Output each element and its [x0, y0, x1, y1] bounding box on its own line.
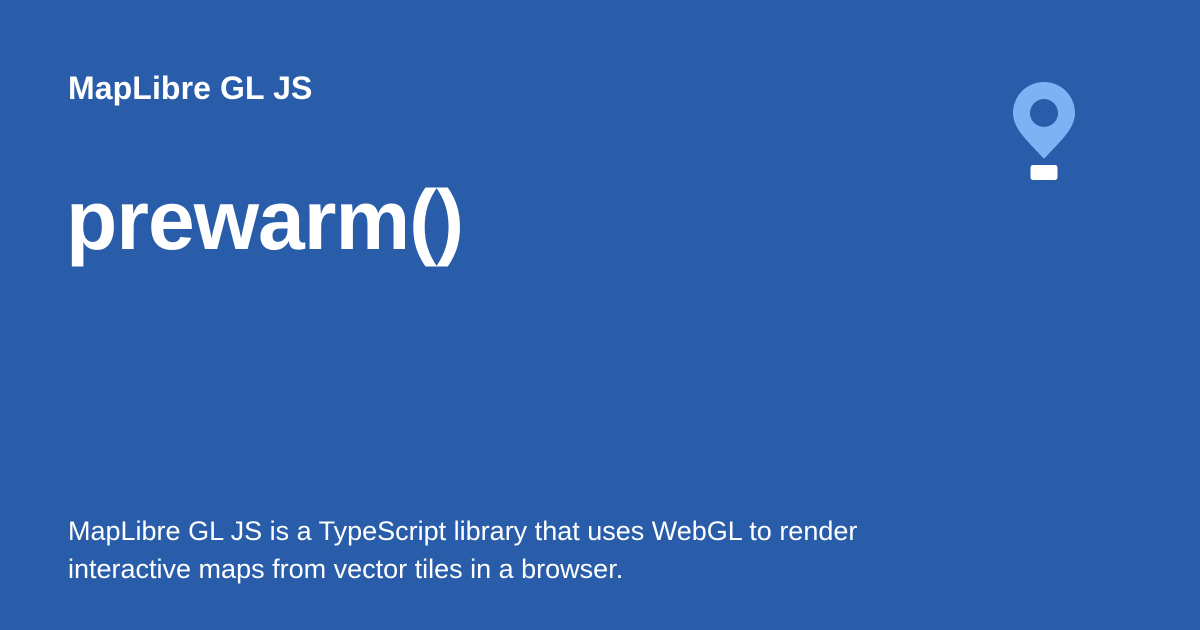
pin-base	[1030, 165, 1058, 180]
maplibre-logo	[1010, 80, 1078, 184]
site-description: MapLibre GL JS is a TypeScript library t…	[68, 516, 858, 584]
social-card: MapLibre GL JS prewarm() MapLibre GL JS …	[0, 0, 1200, 630]
map-pin-icon	[1013, 82, 1075, 180]
page-title: prewarm()	[66, 173, 464, 267]
pin-shape	[1013, 82, 1075, 159]
site-name: MapLibre GL JS	[68, 70, 313, 106]
